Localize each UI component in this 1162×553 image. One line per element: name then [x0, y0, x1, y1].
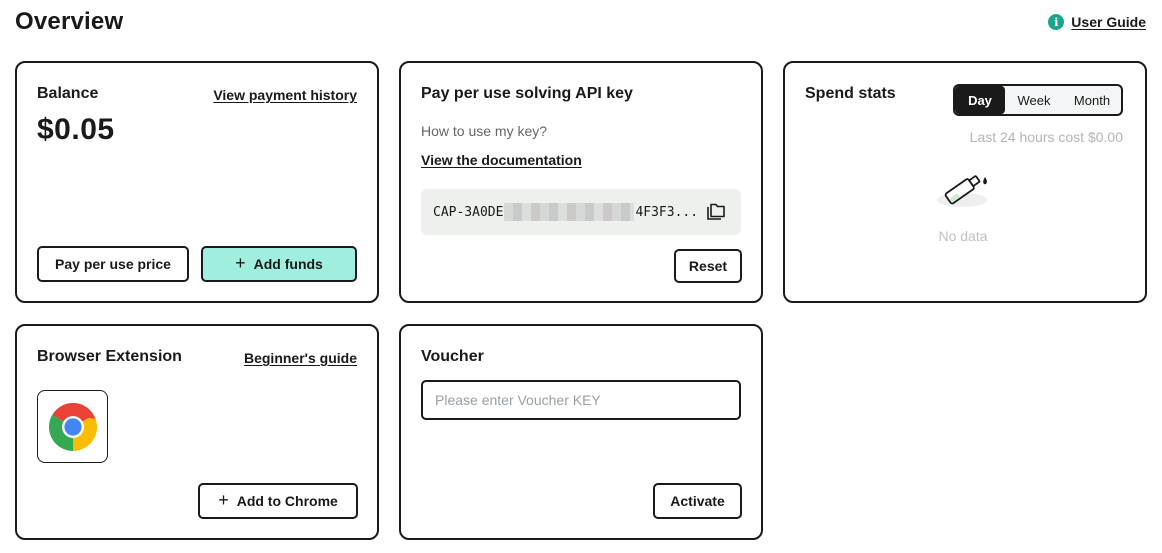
- add-to-chrome-label: Add to Chrome: [236, 493, 338, 509]
- view-documentation-link[interactable]: View the documentation: [421, 152, 582, 168]
- api-key-box: CAP-3A0DE 4F3F3...: [421, 189, 741, 235]
- api-key-value: CAP-3A0DE 4F3F3...: [433, 203, 698, 221]
- voucher-title: Voucher: [421, 348, 484, 365]
- add-funds-label: Add funds: [253, 256, 323, 272]
- voucher-card: Voucher Activate: [399, 324, 763, 540]
- user-guide-label: User Guide: [1071, 14, 1146, 30]
- tab-month[interactable]: Month: [1063, 86, 1121, 114]
- copy-icon[interactable]: [705, 202, 727, 222]
- info-icon: i: [1048, 14, 1065, 30]
- voucher-key-input[interactable]: [421, 380, 741, 420]
- balance-card: Balance View payment history $0.05 Pay p…: [15, 61, 379, 303]
- user-guide-link[interactable]: i User Guide: [1048, 14, 1146, 30]
- balance-amount: $0.05: [37, 113, 115, 146]
- api-key-prefix: CAP-3A0DE: [433, 204, 504, 220]
- chrome-logo-icon: [48, 402, 97, 451]
- spend-stats-card: Spend stats Day Week Month Last 24 hours…: [783, 61, 1147, 303]
- spend-stats-title: Spend stats: [805, 85, 896, 102]
- reset-label: Reset: [688, 258, 728, 274]
- api-key-hint: How to use my key?: [421, 123, 548, 139]
- chrome-tile: [37, 390, 108, 463]
- api-key-redacted: [504, 203, 635, 221]
- api-key-suffix: 4F3F3...: [635, 204, 699, 220]
- no-data-label: No data: [938, 228, 988, 244]
- tab-day[interactable]: Day: [955, 86, 1005, 114]
- view-payment-history-link[interactable]: View payment history: [213, 87, 357, 103]
- activate-button[interactable]: Activate: [653, 483, 742, 519]
- browser-extension-title: Browser Extension: [37, 348, 182, 365]
- add-to-chrome-button[interactable]: + Add to Chrome: [198, 483, 358, 519]
- balance-title: Balance: [37, 85, 99, 102]
- browser-extension-card: Browser Extension Beginner's guide + Add…: [15, 324, 379, 540]
- period-segmented-control: Day Week Month: [953, 84, 1123, 116]
- plus-icon: +: [218, 490, 229, 510]
- api-key-card: Pay per use solving API key How to use m…: [399, 61, 763, 303]
- beginners-guide-link[interactable]: Beginner's guide: [244, 350, 357, 366]
- pay-per-use-price-label: Pay per use price: [55, 256, 171, 272]
- pay-per-use-price-button[interactable]: Pay per use price: [37, 246, 189, 282]
- api-key-title: Pay per use solving API key: [421, 85, 633, 102]
- page-title: Overview: [15, 8, 124, 35]
- empty-bottle-icon: [937, 175, 987, 207]
- activate-label: Activate: [670, 493, 725, 509]
- plus-icon: +: [235, 253, 246, 273]
- reset-button[interactable]: Reset: [674, 249, 742, 283]
- add-funds-button[interactable]: + Add funds: [201, 246, 357, 282]
- last-24h-cost: Last 24 hours cost $0.00: [969, 129, 1123, 145]
- tab-week[interactable]: Week: [1005, 86, 1063, 114]
